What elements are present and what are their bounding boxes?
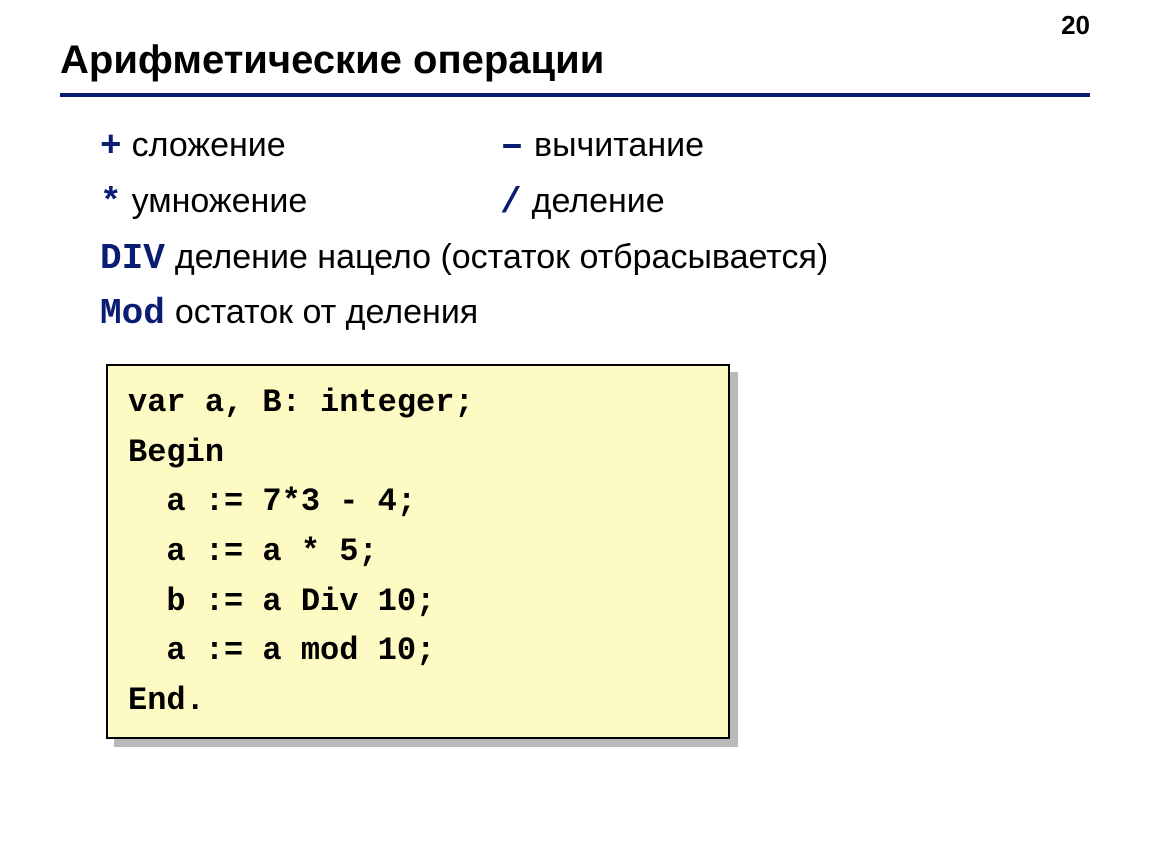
mod-symbol: Mod — [100, 286, 165, 342]
ops-row-1: + сложение – вычитание — [100, 119, 1090, 175]
plus-label: сложение — [132, 119, 286, 172]
code-line-5: b := a Div 10; — [128, 583, 435, 620]
op-plus: + сложение — [100, 119, 500, 175]
code-line-4: a := a * 5; — [128, 533, 378, 570]
op-div: / деление — [500, 175, 900, 231]
slide-title: Арифметические операции — [60, 38, 1090, 83]
mul-label: умножение — [132, 175, 308, 228]
mod-label: остаток от деления — [175, 286, 478, 339]
code-line-3: a := 7*3 - 4; — [128, 483, 416, 520]
plus-symbol: + — [100, 119, 122, 175]
div-symbol: / — [500, 175, 522, 231]
code-line-6: a := a mod 10; — [128, 632, 435, 669]
ops-row-2: * умножение / деление — [100, 175, 1090, 231]
op-mod: Mod остаток от деления — [100, 286, 478, 342]
code-line-2: Begin — [128, 434, 224, 471]
idiv-label: деление нацело (остаток отбрасывается) — [175, 231, 828, 284]
code-panel: var a, B: integer; Begin a := 7*3 - 4; a… — [106, 364, 730, 739]
code-line-7: End. — [128, 682, 205, 719]
slide: 20 Арифметические операции + сложение – … — [0, 0, 1150, 864]
title-rule — [60, 93, 1090, 97]
operations-list: + сложение – вычитание * умножение / дел… — [100, 119, 1090, 342]
minus-label: вычитание — [534, 119, 704, 172]
div-label: деление — [532, 175, 665, 228]
code-block: var a, B: integer; Begin a := 7*3 - 4; a… — [106, 364, 730, 739]
op-idiv: DIV деление нацело (остаток отбрасываетс… — [100, 231, 828, 287]
ops-row-4: Mod остаток от деления — [100, 286, 1090, 342]
code-line-1: var a, B: integer; — [128, 384, 474, 421]
ops-row-3: DIV деление нацело (остаток отбрасываетс… — [100, 231, 1090, 287]
op-mul: * умножение — [100, 175, 500, 231]
idiv-symbol: DIV — [100, 231, 165, 287]
mul-symbol: * — [100, 175, 122, 231]
op-minus: – вычитание — [500, 119, 900, 175]
page-number: 20 — [1061, 10, 1090, 41]
minus-symbol: – — [500, 131, 524, 163]
